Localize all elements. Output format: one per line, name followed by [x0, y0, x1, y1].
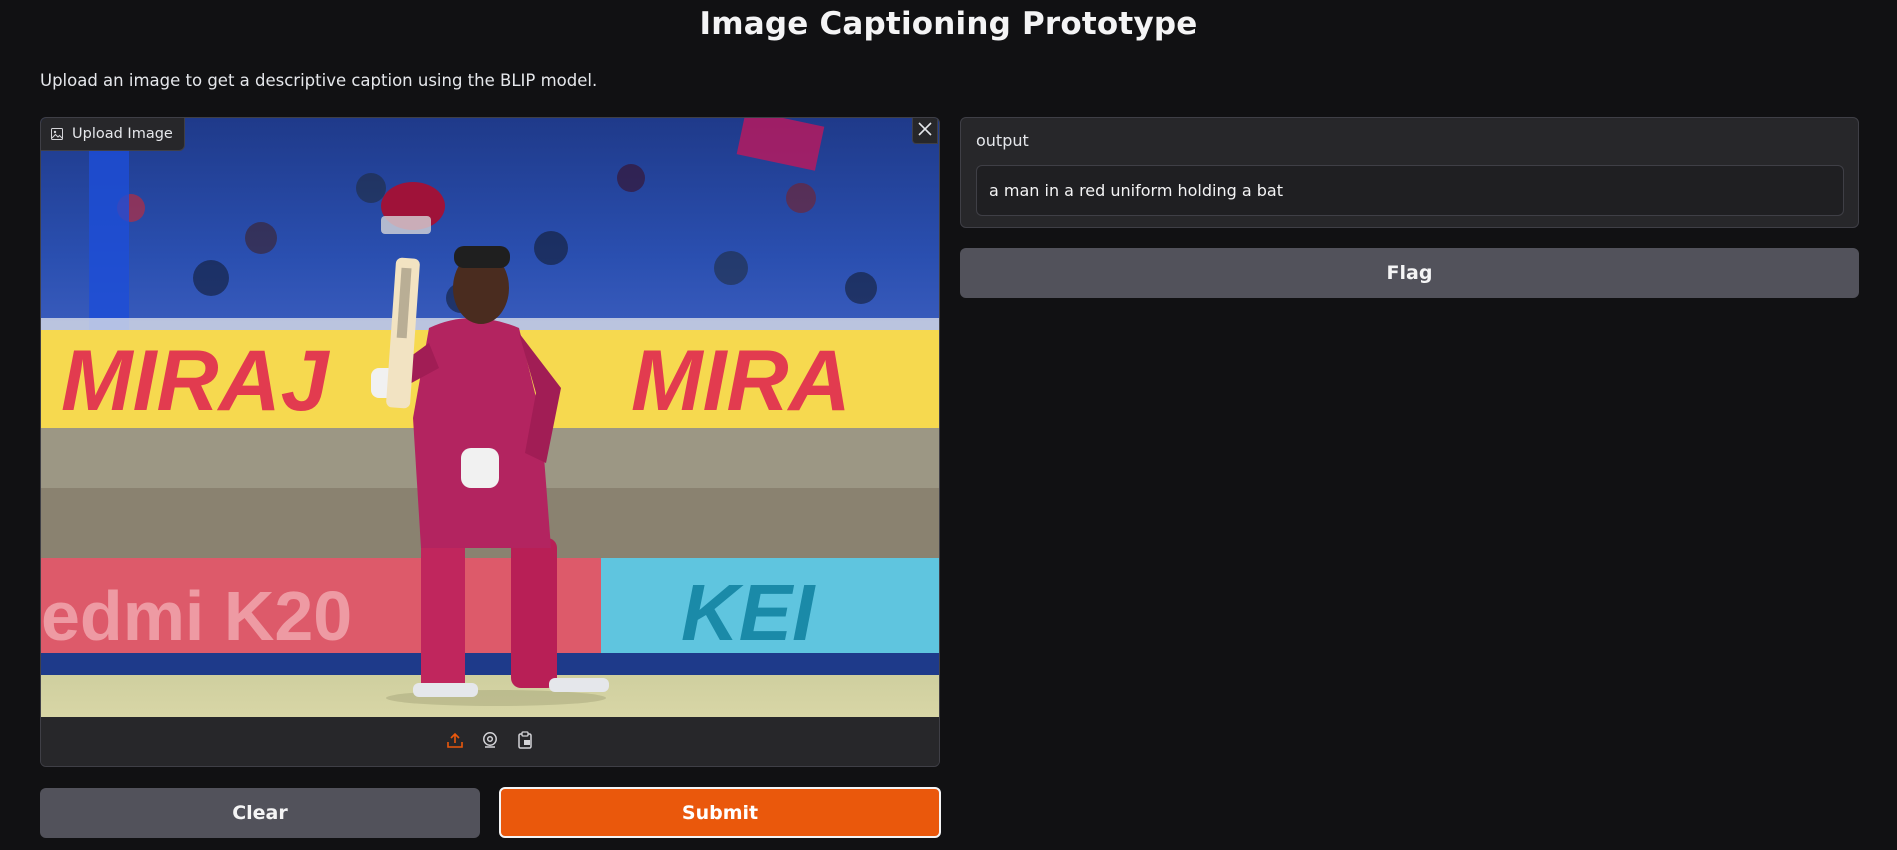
- app-root: Image Captioning Prototype Upload an ima…: [0, 0, 1897, 850]
- output-label: output: [976, 131, 1029, 150]
- page-description: Upload an image to get a descriptive cap…: [40, 71, 598, 90]
- output-textbox[interactable]: a man in a red uniform holding a bat: [976, 165, 1844, 216]
- upload-source-button[interactable]: [444, 731, 466, 753]
- clear-button[interactable]: Clear: [40, 788, 480, 838]
- webcam-source-button[interactable]: [479, 731, 501, 753]
- image-icon: [51, 128, 63, 140]
- image-input-panel[interactable]: Upload Image MIRAJ MIRA edmi K20 KEI: [40, 117, 940, 767]
- image-input-label: Upload Image: [41, 118, 185, 151]
- uploaded-image: MIRAJ MIRA edmi K20 KEI: [41, 118, 939, 717]
- output-text: a man in a red uniform holding a bat: [989, 181, 1283, 200]
- submit-button[interactable]: Submit: [499, 787, 941, 838]
- svg-text:MIRAJ: MIRAJ: [61, 333, 331, 429]
- upload-icon: [446, 731, 464, 753]
- page-title: Image Captioning Prototype: [699, 6, 1198, 42]
- close-icon: [918, 121, 932, 140]
- clipboard-source-button[interactable]: [514, 731, 536, 753]
- output-panel: output a man in a red uniform holding a …: [960, 117, 1859, 228]
- image-input-label-text: Upload Image: [72, 126, 173, 142]
- clipboard-icon: [516, 731, 534, 753]
- image-source-toolbar: [41, 717, 939, 766]
- svg-text:edmi K20: edmi K20: [41, 577, 352, 655]
- clear-image-button[interactable]: [912, 118, 938, 144]
- webcam-icon: [481, 731, 499, 753]
- svg-text:KEI: KEI: [681, 568, 816, 657]
- svg-text:MIRA: MIRA: [631, 333, 851, 429]
- flag-button[interactable]: Flag: [960, 248, 1859, 298]
